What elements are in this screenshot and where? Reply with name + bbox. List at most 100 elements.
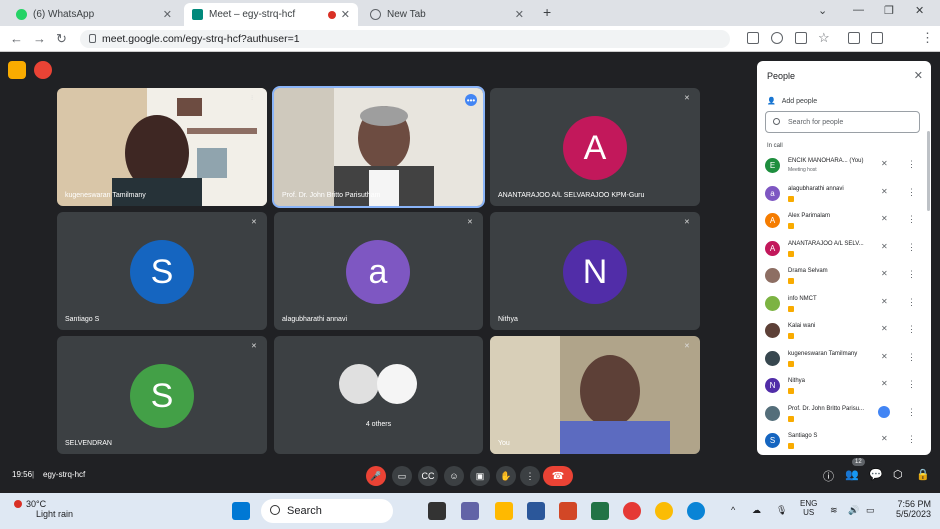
search-people-input[interactable]: Search for people <box>765 111 920 133</box>
mic-off-icon[interactable]: ✕ <box>881 159 888 168</box>
task-view-icon[interactable] <box>428 502 446 520</box>
more-options-icon[interactable]: ⋮ <box>907 269 916 280</box>
mic-off-icon[interactable]: ✕ <box>881 324 888 333</box>
microphone-icon[interactable]: 🎙 <box>776 505 787 516</box>
captions-button[interactable]: CC <box>418 466 438 486</box>
start-icon[interactable] <box>232 502 250 520</box>
more-options-button[interactable]: ⋮ <box>520 466 540 486</box>
system-clock[interactable]: 7:56 PM 5/5/2023 <box>887 499 931 519</box>
participant-row[interactable]: A Alex Parimalam ✕ ⋮ <box>765 211 925 233</box>
activity-icon[interactable] <box>8 61 26 79</box>
minimize-button[interactable]: — <box>853 4 864 16</box>
participant-row[interactable]: Kalai wani ✕ ⋮ <box>765 321 925 343</box>
lock-icon[interactable]: 🔒 <box>916 468 930 481</box>
more-options-icon[interactable]: ••• <box>465 94 477 106</box>
camera-icon[interactable] <box>747 32 759 44</box>
side-panel-icon[interactable] <box>871 32 883 44</box>
excel-icon[interactable] <box>591 502 609 520</box>
more-options-icon[interactable]: ⋮ <box>907 407 916 418</box>
edge-icon[interactable] <box>687 502 705 520</box>
language-indicator[interactable]: ENG US <box>800 499 817 517</box>
mic-off-icon[interactable]: ✕ <box>881 242 888 251</box>
chrome-icon[interactable] <box>655 502 673 520</box>
cloud-icon[interactable]: ☁ <box>752 505 761 516</box>
info-icon[interactable]: ⓘ <box>823 468 834 484</box>
close-icon[interactable]: ✕ <box>515 8 524 21</box>
window-close-button[interactable]: ✕ <box>915 4 924 17</box>
close-icon[interactable]: ✕ <box>341 8 350 21</box>
mic-off-icon[interactable]: ✕ <box>881 297 888 306</box>
participant-row[interactable]: N Nithya ✕ ⋮ <box>765 376 925 398</box>
more-options-icon[interactable]: ⋮ <box>907 242 916 253</box>
wifi-icon[interactable]: ≋ <box>830 505 838 516</box>
reload-icon[interactable]: ↻ <box>56 31 67 47</box>
new-tab-button[interactable]: + <box>543 4 551 20</box>
bookmark-star-icon[interactable]: ☆ <box>818 30 830 46</box>
participant-row[interactable]: a alagubharathi annavi ✕ ⋮ <box>765 184 925 206</box>
mic-off-icon[interactable]: ✕ <box>881 379 888 388</box>
maximize-button[interactable]: ❐ <box>884 4 894 17</box>
raise-hand-button[interactable]: ✋ <box>496 466 516 486</box>
record-icon[interactable] <box>34 61 52 79</box>
mic-off-icon[interactable]: ✕ <box>881 214 888 223</box>
powerpoint-icon[interactable] <box>559 502 577 520</box>
tab-search-icon[interactable]: ⌄ <box>818 4 827 17</box>
more-options-icon[interactable]: ⋮ <box>907 324 916 335</box>
close-icon[interactable]: ✕ <box>914 69 923 82</box>
battery-icon[interactable]: ▭ <box>866 505 875 516</box>
mic-off-icon[interactable]: ✕ <box>881 434 888 443</box>
video-tile[interactable]: S SELVENDRAN ✕ <box>57 336 267 454</box>
scrollbar[interactable] <box>927 131 930 211</box>
zoom-icon[interactable] <box>771 32 783 44</box>
participant-row[interactable]: Drama Selvam ✕ ⋮ <box>765 266 925 288</box>
video-tile[interactable]: A ANANTARAJOO A/L SELVARAJOO KPM-Guru ✕ <box>490 88 700 206</box>
participant-row[interactable]: info NMCT ✕ ⋮ <box>765 294 925 316</box>
word-icon[interactable] <box>527 502 545 520</box>
weather-widget[interactable]: 30°C Light rain <box>14 499 73 519</box>
activities-icon[interactable]: ⬡ <box>893 468 903 481</box>
forward-icon[interactable]: → <box>33 31 46 46</box>
participant-row[interactable]: A ANANTARAJOO A/L SELV... ✕ ⋮ <box>765 239 925 261</box>
participant-row[interactable]: S Santiago S ✕ ⋮ <box>765 431 925 453</box>
chevron-up-icon[interactable]: ^ <box>731 505 735 515</box>
more-options-icon[interactable]: ⋮ <box>907 379 916 390</box>
media-icon[interactable] <box>848 32 860 44</box>
video-tile[interactable]: kugeneswaran Tamilmany ⁝ <box>57 88 267 206</box>
more-options-icon[interactable]: ⋮ <box>907 187 916 198</box>
more-options-icon[interactable]: ⋮ <box>907 214 916 225</box>
more-options-icon[interactable]: ⋮ <box>907 297 916 308</box>
more-options-icon[interactable]: ⋮ <box>907 434 916 445</box>
participant-row[interactable]: Prof. Dr. John Britto Parisu... ⋮ <box>765 404 925 426</box>
share-icon[interactable] <box>795 32 807 44</box>
mic-toggle-button[interactable]: 🎤 <box>366 466 386 486</box>
back-icon[interactable]: ← <box>10 31 23 46</box>
participant-row[interactable]: E ENCIK MANOHARA... (You) Meeting host ✕ ⋮ <box>765 156 925 178</box>
mic-off-icon[interactable]: ✕ <box>881 352 888 361</box>
self-video-tile[interactable]: You ✕ <box>490 336 700 454</box>
menu-icon[interactable]: ⋮ <box>921 30 934 46</box>
mic-off-icon[interactable]: ✕ <box>881 187 888 196</box>
mic-off-icon[interactable]: ✕ <box>881 269 888 278</box>
volume-icon[interactable]: 🔊 <box>848 505 859 516</box>
people-icon[interactable]: 👥 <box>845 468 859 481</box>
url-field[interactable]: meet.google.com/egy-strq-hcf?authuser=1 <box>80 30 730 48</box>
tab-new-tab[interactable]: New Tab ✕ <box>362 3 532 26</box>
present-button[interactable]: ▣ <box>470 466 490 486</box>
chat-icon[interactable]: 💬 <box>869 468 883 481</box>
file-explorer-icon[interactable] <box>495 502 513 520</box>
close-icon[interactable]: ✕ <box>163 8 172 21</box>
video-tile[interactable]: S Santiago S ✕ <box>57 212 267 330</box>
reactions-button[interactable]: ☺ <box>444 466 464 486</box>
others-tile[interactable]: 4 others <box>274 336 483 454</box>
tab-whatsapp[interactable]: (6) WhatsApp ✕ <box>8 3 180 26</box>
more-options-icon[interactable]: ⋮ <box>907 352 916 363</box>
end-call-button[interactable]: ☎ <box>543 466 573 486</box>
teams-icon[interactable] <box>461 502 479 520</box>
participant-row[interactable]: kugeneswaran Tamilmany ✕ ⋮ <box>765 349 925 371</box>
more-options-icon[interactable]: ⋮ <box>907 159 916 170</box>
add-people-button[interactable]: 👤 Add people <box>767 97 817 106</box>
taskbar-search[interactable]: Search <box>261 499 393 523</box>
video-tile[interactable]: a alagubharathi annavi ✕ <box>274 212 483 330</box>
app-icon[interactable] <box>623 502 641 520</box>
camera-toggle-button[interactable]: ▭ <box>392 466 412 486</box>
